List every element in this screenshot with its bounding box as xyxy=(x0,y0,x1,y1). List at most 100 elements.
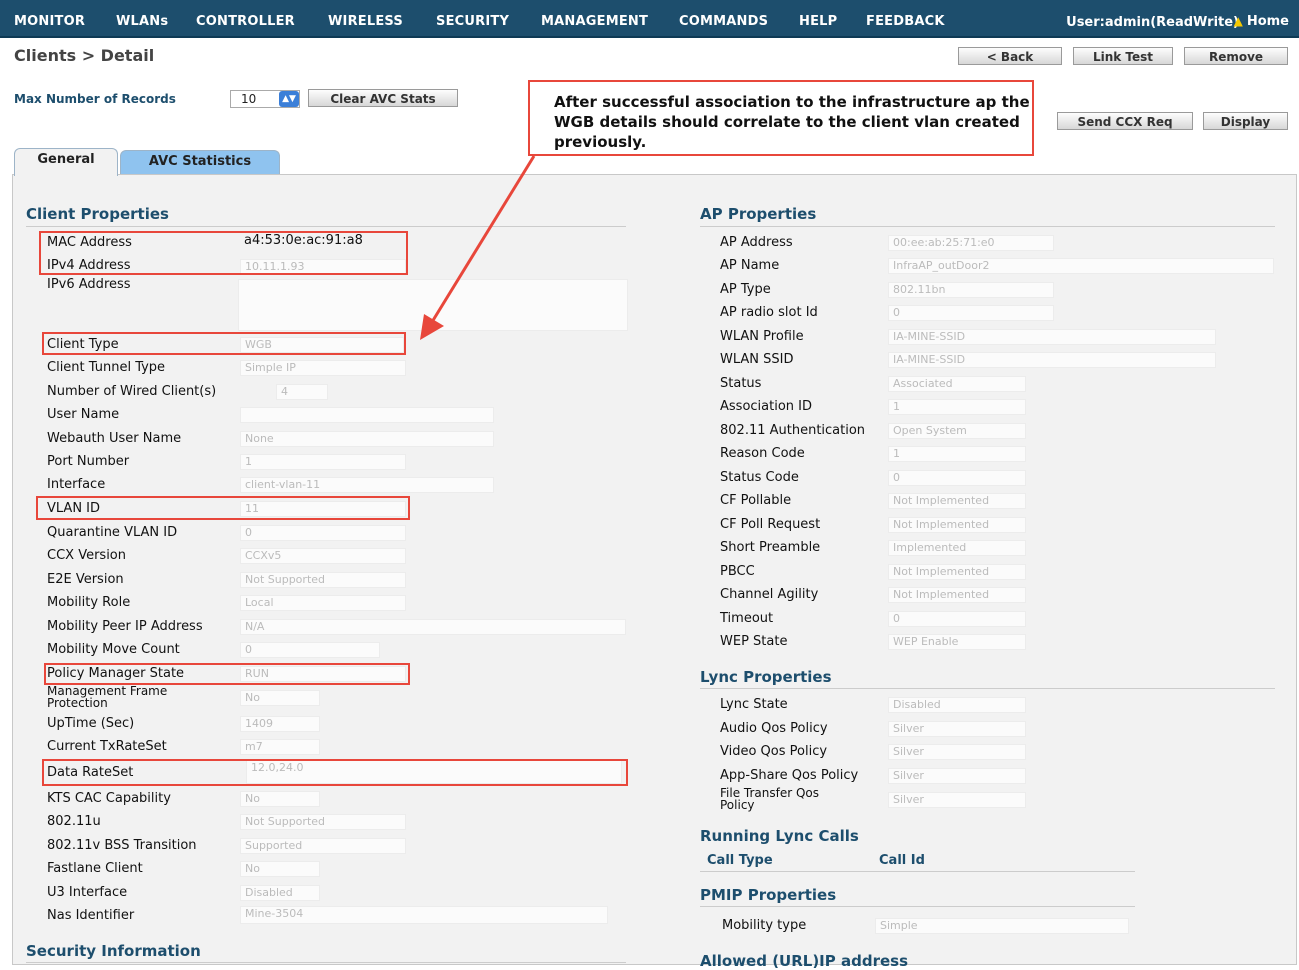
running-lync-calls-title: Running Lync Calls xyxy=(700,827,859,845)
mobility-type-value: Simple xyxy=(875,918,1129,934)
mobility-role-label: Mobility Role xyxy=(47,595,131,610)
ap-address-value: 00:ee:ab:25:71:e0 xyxy=(888,235,1054,251)
u3-interface-value: Disabled xyxy=(240,885,320,901)
tab-avc-statistics[interactable]: AVC Statistics xyxy=(120,150,280,174)
nav-home-link[interactable]: ▲ Home xyxy=(1234,14,1289,29)
client-tunnel-type-value: Simple IP xyxy=(240,360,406,376)
highlight-box xyxy=(39,231,408,275)
annotation-callout: After successful association to the infr… xyxy=(528,80,1034,156)
status-code-label: Status Code xyxy=(720,470,799,485)
authentication-value: Open System xyxy=(888,423,1026,439)
association-id-label: Association ID xyxy=(720,399,812,414)
nav-controller[interactable]: CONTROLLER xyxy=(196,14,295,29)
webauth-user-value: None xyxy=(240,431,494,447)
ap-radio-slot-label: AP radio slot Id xyxy=(720,305,818,320)
home-icon: ▲ xyxy=(1233,14,1243,28)
cf-poll-request-value: Not Implemented xyxy=(888,517,1026,533)
nav-management[interactable]: MANAGEMENT xyxy=(541,14,648,29)
nav-security[interactable]: SECURITY xyxy=(436,14,509,29)
section-divider xyxy=(26,226,626,227)
remove-button[interactable]: Remove xyxy=(1184,47,1288,65)
client-tunnel-type-label: Client Tunnel Type xyxy=(47,360,166,375)
wired-clients-value: 4 xyxy=(276,384,328,400)
tab-general[interactable]: General xyxy=(14,148,118,176)
authentication-label: 802.11 Authentication xyxy=(720,423,866,438)
quarantine-vlan-value: 0 xyxy=(240,525,406,541)
max-records-select[interactable]: 10 ▲▼ xyxy=(230,90,300,108)
mobility-peer-label: Mobility Peer IP Address xyxy=(47,619,203,634)
dot11u-value: Not Supported xyxy=(240,814,406,830)
mobility-move-count-value: 0 xyxy=(240,642,380,658)
kts-cac-label: KTS CAC Capability xyxy=(47,791,171,806)
display-button[interactable]: Display xyxy=(1203,112,1288,130)
nav-help[interactable]: HELP xyxy=(799,14,837,29)
ap-type-label: AP Type xyxy=(720,282,771,297)
nas-identifier-value: Mine-3504 xyxy=(240,906,608,924)
association-id-value: 1 xyxy=(888,399,1026,415)
nas-identifier-label: Nas Identifier xyxy=(47,908,135,923)
send-ccx-req-button[interactable]: Send CCX Req xyxy=(1057,112,1193,130)
reason-code-label: Reason Code xyxy=(720,446,805,461)
nav-wireless[interactable]: WIRELESS xyxy=(328,14,403,29)
file-transfer-qos-line2: Policy xyxy=(720,798,755,812)
uptime-label: UpTime (Sec) xyxy=(47,716,135,731)
ap-name-value: InfraAP_outDoor2 xyxy=(888,258,1274,274)
uptime-value: 1409 xyxy=(240,716,320,732)
section-divider xyxy=(26,962,626,963)
nav-commands[interactable]: COMMANDS xyxy=(679,14,768,29)
mobility-type-label: Mobility type xyxy=(722,918,807,933)
wep-state-value: WEP Enable xyxy=(888,634,1026,650)
ap-type-value: 802.11bn xyxy=(888,282,1054,298)
e2e-version-label: E2E Version xyxy=(47,572,124,587)
client-properties-title: Client Properties xyxy=(26,205,169,223)
section-divider xyxy=(700,906,1135,907)
highlight-box xyxy=(36,496,410,520)
ap-name-label: AP Name xyxy=(720,258,780,273)
interface-value: client-vlan-11 xyxy=(240,477,494,493)
bss-transition-label: 802.11v BSS Transition xyxy=(47,838,197,853)
content-panel xyxy=(12,174,1297,965)
nav-user-info: User:admin(ReadWrite) xyxy=(1066,15,1239,30)
page-title: Clients > Detail xyxy=(14,46,155,65)
user-name-label: User Name xyxy=(47,407,120,422)
tx-rate-set-value: m7 xyxy=(240,739,320,755)
bss-transition-value: Supported xyxy=(240,838,406,854)
mobility-move-count-label: Mobility Move Count xyxy=(47,642,180,657)
fastlane-client-label: Fastlane Client xyxy=(47,861,143,876)
channel-agility-label: Channel Agility xyxy=(720,587,819,602)
mfp-label: Management Frame Protection xyxy=(47,685,167,709)
nav-wlans[interactable]: WLANs xyxy=(116,14,168,29)
user-name-value xyxy=(240,407,494,423)
call-type-header: Call Type xyxy=(707,853,773,868)
dot11u-label: 802.11u xyxy=(47,814,101,829)
app-share-qos-value: Silver xyxy=(888,768,1026,784)
ap-radio-slot-value: 0 xyxy=(888,305,1054,321)
ipv6-address-label: IPv6 Address xyxy=(47,277,131,292)
nav-feedback[interactable]: FEEDBACK xyxy=(866,14,945,29)
wep-state-label: WEP State xyxy=(720,634,788,649)
u3-interface-label: U3 Interface xyxy=(47,885,128,900)
ap-properties-title: AP Properties xyxy=(700,205,817,223)
clear-avc-stats-button[interactable]: Clear AVC Stats xyxy=(308,89,458,107)
back-button[interactable]: < Back xyxy=(958,47,1062,65)
nav-home-label: Home xyxy=(1246,14,1289,29)
status-code-value: 0 xyxy=(888,470,1026,486)
lync-properties-title: Lync Properties xyxy=(700,668,832,686)
wlan-ssid-value: IA-MINE-SSID xyxy=(888,352,1216,368)
ccx-version-value: CCXv5 xyxy=(240,548,406,564)
video-qos-value: Silver xyxy=(888,744,1026,760)
timeout-value: 0 xyxy=(888,611,1026,627)
pmip-properties-title: PMIP Properties xyxy=(700,886,837,904)
cf-poll-request-label: CF Poll Request xyxy=(720,517,821,532)
port-number-value: 1 xyxy=(240,454,406,470)
kts-cac-value: No xyxy=(240,791,320,807)
wlan-profile-value: IA-MINE-SSID xyxy=(888,329,1216,345)
wlan-profile-label: WLAN Profile xyxy=(720,329,804,344)
nav-monitor[interactable]: MONITOR xyxy=(14,14,85,29)
link-test-button[interactable]: Link Test xyxy=(1073,47,1173,65)
reason-code-value: 1 xyxy=(888,446,1026,462)
video-qos-label: Video Qos Policy xyxy=(720,744,828,759)
app-share-qos-label: App-Share Qos Policy xyxy=(720,768,859,783)
max-records-value: 10 xyxy=(241,92,257,106)
highlight-box xyxy=(44,663,410,685)
